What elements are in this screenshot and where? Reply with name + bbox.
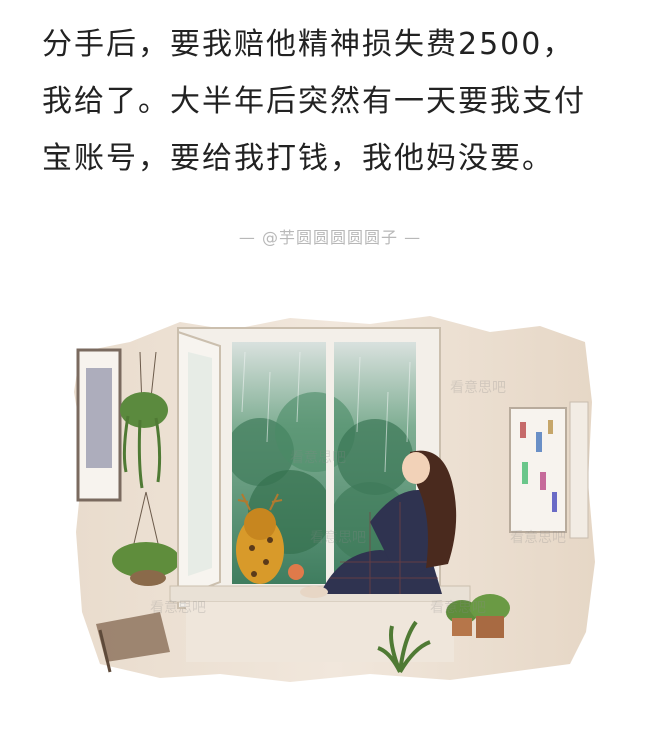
watermark-text: 看意思吧 <box>450 379 506 396</box>
watermark-text: 看意思吧 <box>430 599 486 616</box>
watermark-text: 看意思吧 <box>150 599 206 616</box>
illustration-drawing: 看意思吧 看意思吧 看意思吧 看意思吧 看意思吧 看意思吧 <box>74 316 595 682</box>
author-credit: — @芋圆圆圆圆圆子 — <box>238 228 422 247</box>
post-body: 分手后，要我赔他精神损失费2500， 我给了。大半年后突然有一天要我支付 宝账号… <box>42 16 642 187</box>
left-picture-art <box>86 368 112 468</box>
post-line: 分手后，要我赔他精神损失费2500， <box>42 27 575 62</box>
watermark-text: 看意思吧 <box>510 529 566 546</box>
watermark-text: 看意思吧 <box>290 449 346 466</box>
illustration-window-girl: 看意思吧 看意思吧 看意思吧 看意思吧 看意思吧 看意思吧 <box>70 312 600 684</box>
small-figurine <box>288 564 304 580</box>
watermark-text: 看意思吧 <box>310 529 366 546</box>
post-line: 宝账号，要给我打钱，我他妈没要。 <box>42 141 554 176</box>
right-painting <box>509 407 567 533</box>
post-line: 我给了。大半年后突然有一天要我支付 <box>42 84 586 119</box>
